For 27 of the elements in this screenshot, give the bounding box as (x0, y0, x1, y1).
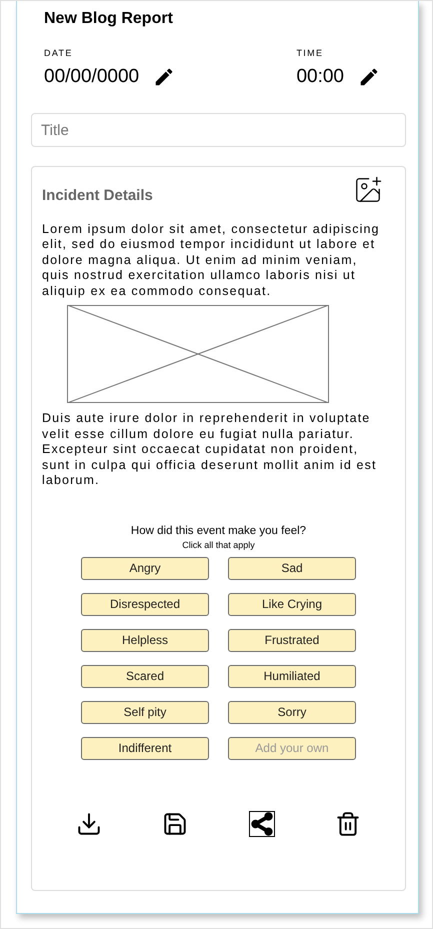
share-icon[interactable] (248, 810, 276, 838)
feeling-button[interactable]: Humiliated (228, 664, 356, 688)
field-label: TIME (296, 47, 324, 60)
field-label: DATE (44, 47, 74, 60)
body-paragraph: Duis aute irure dolor in reprehenderit in voluptate velit esse cillum dolore eu fugiat nulla pariatur. Excepteur sint occaecat cupidatat non proident, sunt in culpa qui officia deserunt mollit anim id est laborum. (42, 411, 378, 488)
add-image-icon[interactable] (353, 175, 383, 205)
pencil-icon[interactable] (358, 66, 380, 88)
feeling-button[interactable]: Scared (81, 664, 209, 688)
feeling-button[interactable]: Disrespected (81, 592, 209, 616)
feelings-question: How did this event make you feel? (130, 524, 306, 538)
feeling-button[interactable]: Sorry (228, 700, 356, 724)
field-value: 00:00 (296, 64, 344, 88)
title-field[interactable]: Title (31, 113, 406, 147)
feelings-hint: Click all that apply (182, 540, 255, 550)
feeling-button[interactable]: Helpless (81, 628, 209, 652)
report-title: New Blog Report (44, 9, 174, 29)
feeling-button[interactable]: Angry (81, 556, 209, 580)
pencil-icon[interactable] (153, 66, 176, 88)
feeling-button[interactable]: Indifferent (81, 736, 209, 760)
add-feeling-field[interactable]: Add your own (228, 736, 356, 760)
body-paragraph: Lorem ipsum dolor sit amet, consectetur adipiscing elit, sed do eiusmod tempor incididunt ut labore et dolore magna aliqua. Ut enim ad minim veniam, quis nostrud exercitation ullamco laboris nisi ut aliquip ex ea commodo consequat. (42, 222, 381, 299)
feeling-button[interactable]: Frustrated (228, 628, 356, 652)
field-value: 00/00/0000 (44, 64, 140, 88)
details-heading: Incident Details (42, 186, 153, 206)
feeling-button[interactable]: Self pity (81, 700, 209, 724)
feeling-button[interactable]: Sad (228, 556, 356, 580)
feeling-button[interactable]: Like Crying (228, 592, 356, 616)
